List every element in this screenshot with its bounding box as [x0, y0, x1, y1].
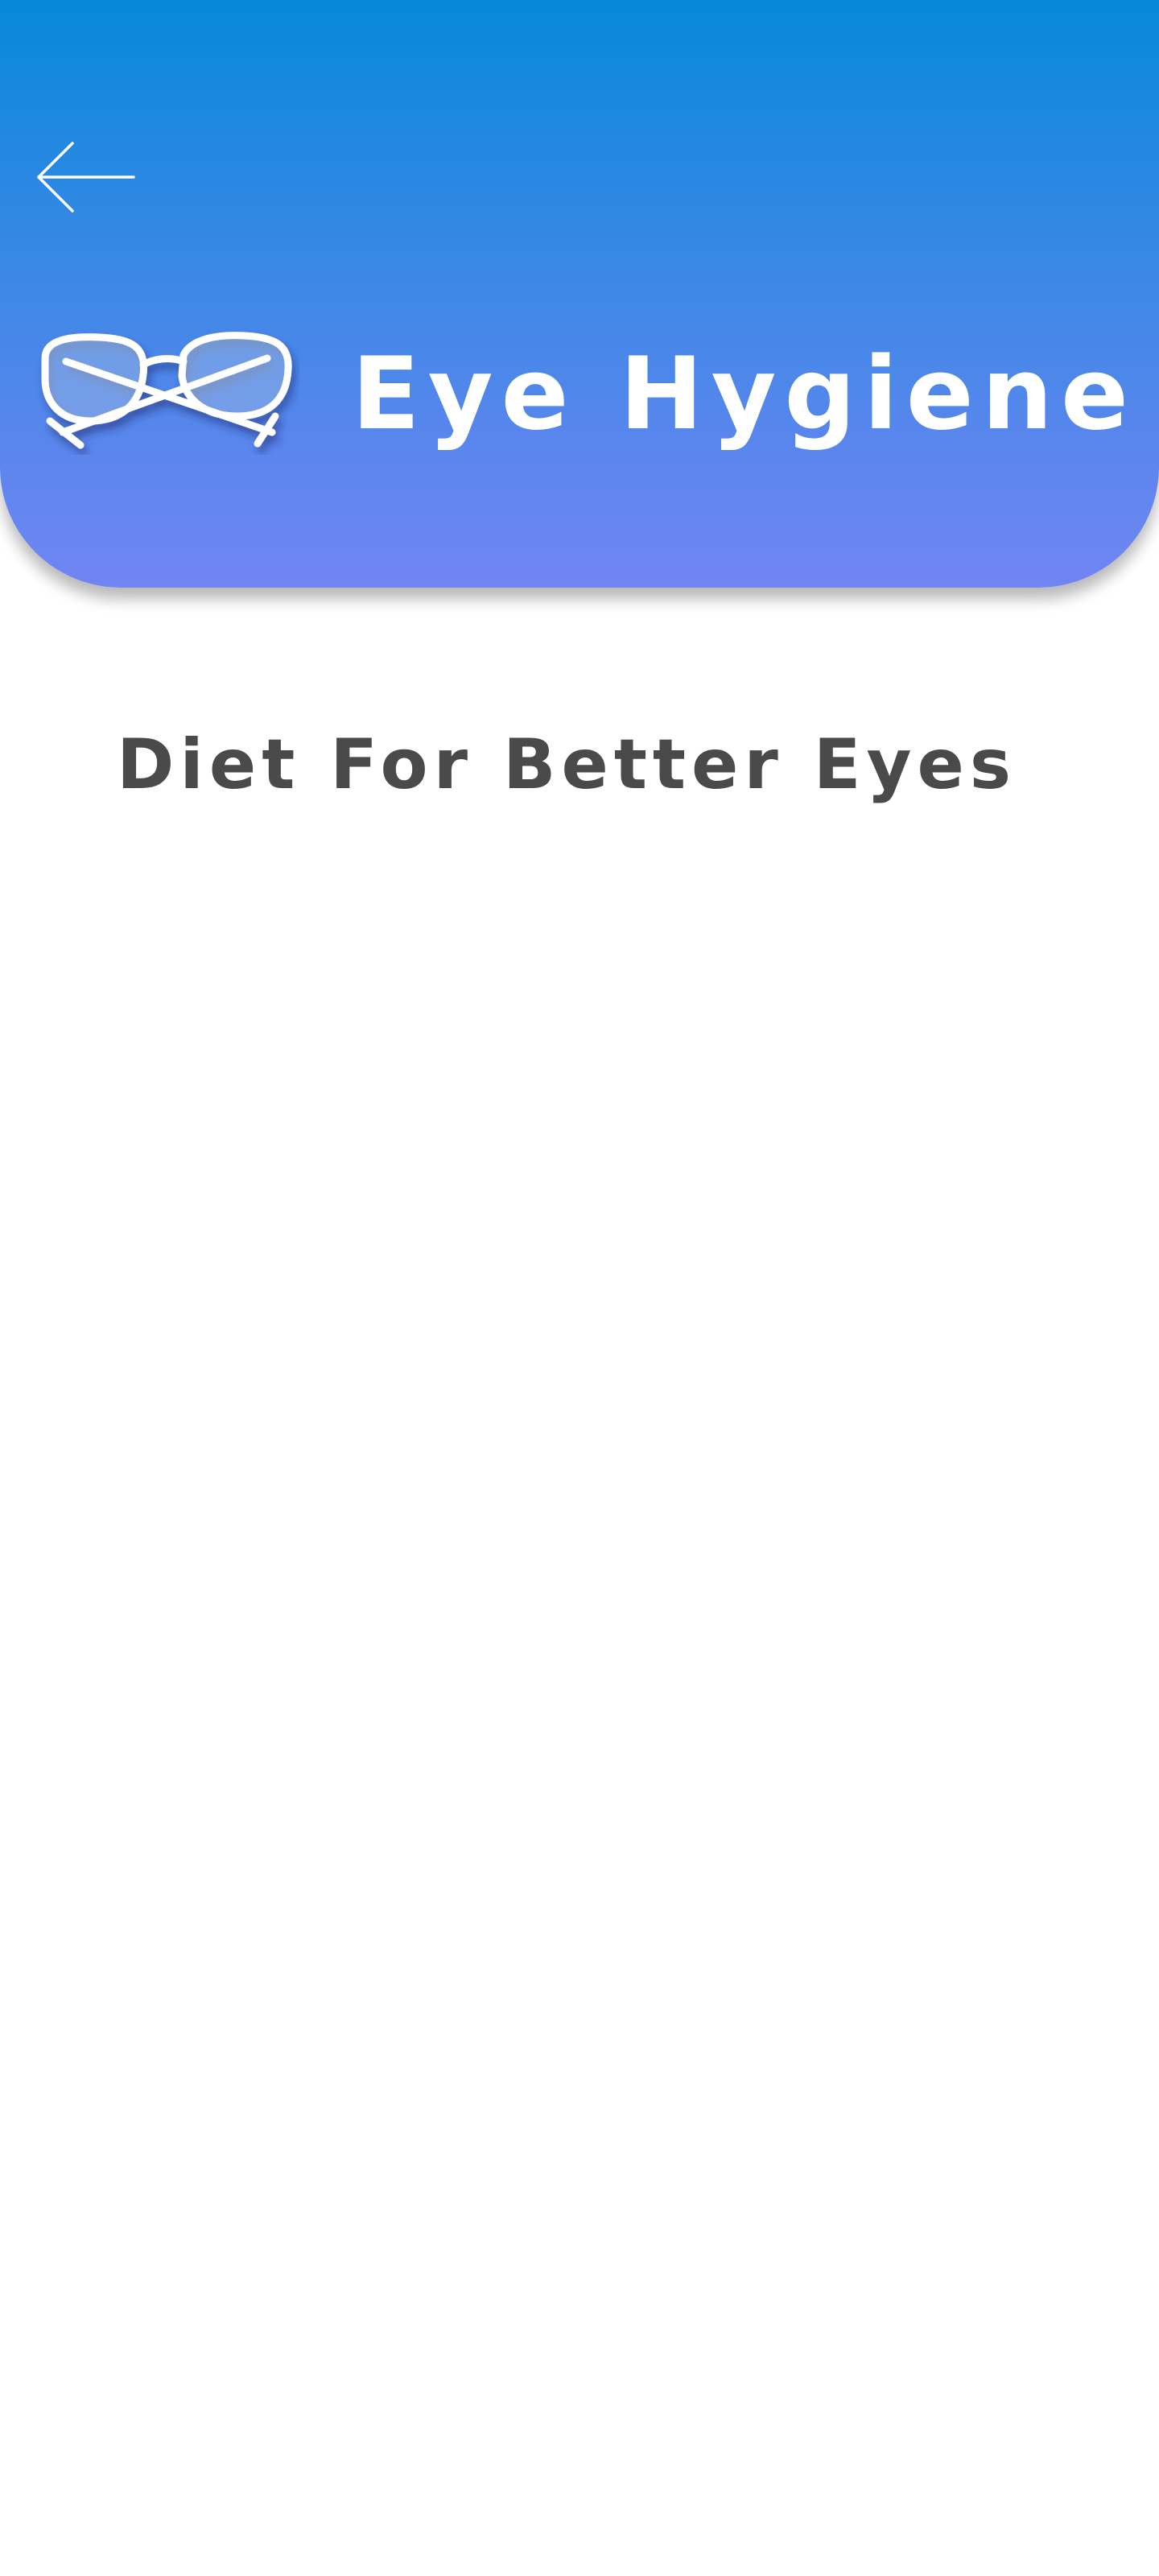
app-header: Eye Hygiene [0, 0, 1159, 588]
app-title: Eye Hygiene [352, 336, 1137, 452]
section-title: Diet For Better Eyes [117, 724, 1017, 805]
app-screen: Eye Hygiene Diet For Better Eyes [0, 0, 1159, 2576]
eyeglasses-icon [41, 332, 292, 449]
arrow-left-icon[interactable] [32, 137, 145, 217]
